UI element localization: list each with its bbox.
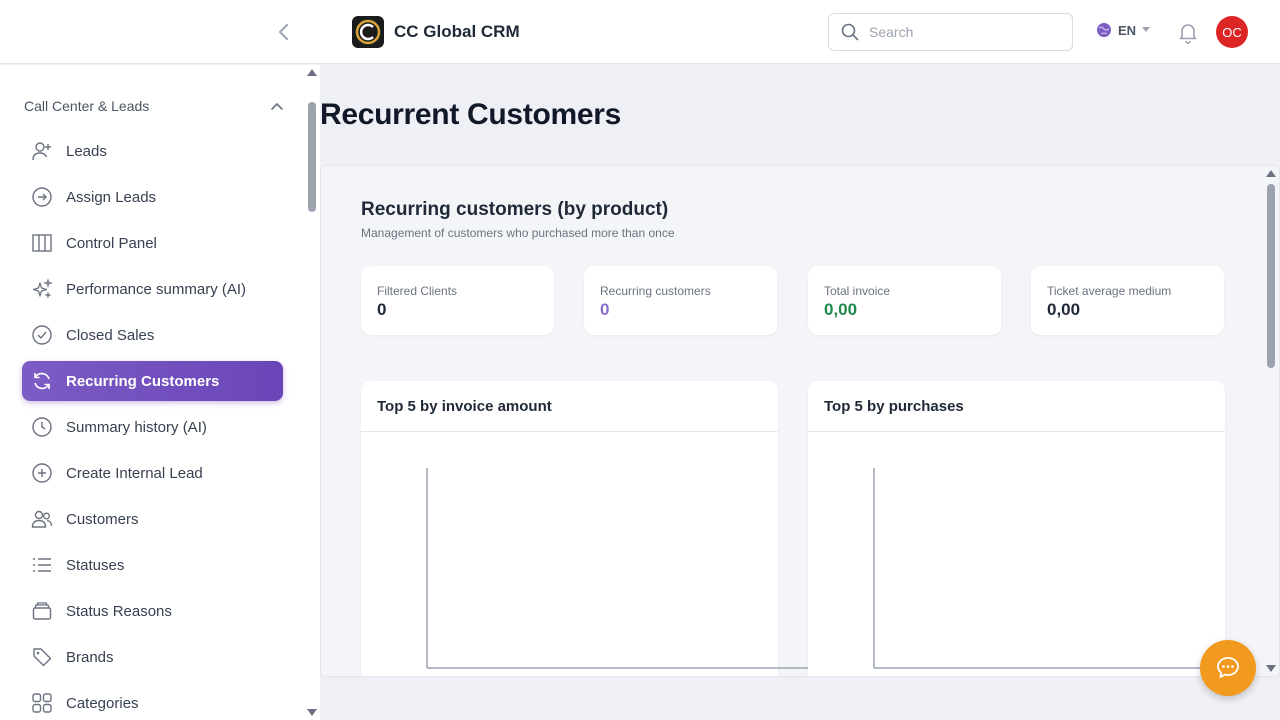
panel-title: Recurring customers (by product): [361, 199, 669, 220]
sidebar-item-control-panel[interactable]: Control Panel: [22, 223, 283, 263]
main-scroll-thumb[interactable]: [1267, 184, 1275, 368]
panel-subtitle: Management of customers who purchased mo…: [361, 226, 675, 240]
user-avatar[interactable]: OC: [1216, 16, 1248, 48]
sidebar-item-brands[interactable]: Brands: [22, 637, 283, 677]
sidebar-scroll-thumb[interactable]: [308, 102, 316, 212]
kpi-label: Recurring customers: [600, 284, 711, 298]
kpi-total-invoice[interactable]: Total invoice 0,00: [808, 266, 1001, 335]
sidebar-item-categories[interactable]: Categories: [22, 683, 283, 720]
tag-icon: [31, 646, 53, 668]
users-icon: [31, 508, 53, 530]
main-scroll-down-icon[interactable]: [1266, 665, 1276, 672]
sidebar: Call Center & Leads Leads Assign Leads C…: [0, 65, 320, 720]
sidebar-section-label: Call Center & Leads: [24, 98, 150, 114]
sidebar-item-assign-leads[interactable]: Assign Leads: [22, 177, 283, 217]
list-icon: [31, 554, 53, 576]
kpi-value: 0,00: [1047, 300, 1081, 319]
top-bar: CC Global CRM EN OC: [0, 0, 1280, 64]
sidebar-section-call-center[interactable]: Call Center & Leads: [24, 98, 284, 114]
page-title: Recurrent Customers: [320, 98, 622, 131]
language-label: EN: [1118, 22, 1137, 38]
kpi-value: 0,00: [824, 300, 858, 319]
refresh-icon: [31, 370, 53, 392]
kpi-value: 0: [377, 300, 387, 319]
sparkles-icon: [31, 278, 53, 300]
app-title: CC Global CRM: [394, 22, 520, 41]
recurring-customers-panel: Recurring customers (by product) Managem…: [320, 165, 1280, 677]
bell-icon: [1179, 24, 1197, 44]
sidebar-item-statuses[interactable]: Statuses: [22, 545, 283, 585]
kpi-label: Total invoice: [824, 284, 891, 298]
app-logo: [352, 16, 384, 48]
chart-title: Top 5 by purchases: [824, 398, 964, 415]
check-circle-icon: [31, 324, 53, 346]
archive-icon: [31, 600, 53, 622]
chart-axes: [426, 468, 821, 669]
columns-icon: [31, 232, 53, 254]
sidebar-scroll-up-icon[interactable]: [307, 69, 317, 76]
arrow-circle-icon: [31, 186, 53, 208]
sidebar-item-leads[interactable]: Leads: [22, 131, 283, 171]
sidebar-item-status-reasons[interactable]: Status Reasons: [22, 591, 283, 631]
grid-icon: [31, 692, 53, 714]
sidebar-scroll-down-icon[interactable]: [307, 709, 317, 716]
kpi-recurring-customers[interactable]: Recurring customers 0: [584, 266, 777, 335]
caret-down-icon: [1142, 27, 1151, 32]
kpi-label: Ticket average medium: [1047, 284, 1172, 298]
user-plus-icon: [31, 140, 53, 162]
sidebar-item-performance-summary[interactable]: Performance summary (AI): [22, 269, 283, 309]
search-box[interactable]: [828, 13, 1073, 51]
chat-bubble-icon: [1217, 657, 1239, 678]
chart-title: Top 5 by invoice amount: [377, 398, 552, 415]
chat-button[interactable]: [1200, 640, 1256, 696]
kpi-filtered-clients[interactable]: Filtered Clients 0: [361, 266, 554, 335]
sidebar-item-create-internal-lead[interactable]: Create Internal Lead: [22, 453, 283, 493]
language-selector[interactable]: EN: [1096, 22, 1151, 38]
search-input[interactable]: [869, 24, 1059, 40]
chart-card-purchases: Top 5 by purchases: [808, 381, 1225, 676]
collapse-sidebar-button[interactable]: [272, 20, 296, 44]
sidebar-item-summary-history[interactable]: Summary history (AI): [22, 407, 283, 447]
search-icon: [841, 23, 859, 41]
chart-axes: [873, 468, 1225, 669]
globe-icon: [1097, 23, 1111, 37]
plus-circle-icon: [31, 462, 53, 484]
kpi-label: Filtered Clients: [377, 284, 458, 298]
clock-icon: [31, 416, 53, 438]
chevron-left-icon: [279, 24, 288, 40]
kpi-ticket-average[interactable]: Ticket average medium 0,00: [1031, 266, 1224, 335]
sidebar-item-recurring-customers[interactable]: Recurring Customers: [22, 361, 283, 401]
sidebar-item-customers[interactable]: Customers: [22, 499, 283, 539]
chevron-up-icon: [271, 102, 283, 110]
kpi-value: 0: [600, 300, 610, 319]
notifications-button[interactable]: [1176, 20, 1200, 44]
sidebar-item-closed-sales[interactable]: Closed Sales: [22, 315, 283, 355]
main-scroll-up-icon[interactable]: [1266, 170, 1276, 177]
chart-card-invoice-amount: Top 5 by invoice amount: [361, 381, 821, 676]
